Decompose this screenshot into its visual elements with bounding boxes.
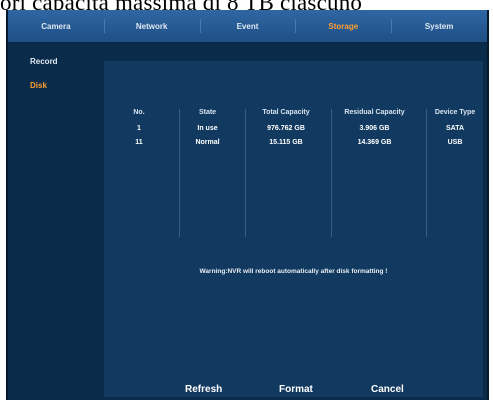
page: ori capacità massima di 8 TB ciascuno Ca…	[0, 0, 493, 400]
header-no: No.	[133, 109, 145, 116]
header-residual-capacity: Residual Capacity	[344, 109, 405, 116]
cell-no[interactable]: 1	[114, 123, 164, 137]
refresh-button[interactable]: Refresh	[185, 384, 222, 395]
top-navigation: Camera Network Event Storage System	[8, 10, 487, 43]
sidebar-item-record[interactable]: Record	[30, 57, 58, 66]
cell-device-type[interactable]: SATA	[427, 123, 483, 137]
tab-camera[interactable]: Camera	[8, 10, 104, 42]
cell-device-type[interactable]: USB	[427, 137, 483, 151]
cell-total-capacity[interactable]: 976.762 GB	[246, 123, 326, 137]
cell-no[interactable]: 11	[114, 137, 164, 151]
cell-state[interactable]: Normal	[180, 137, 235, 151]
cell-residual-capacity[interactable]: 3.906 GB	[332, 123, 417, 137]
cancel-button[interactable]: Cancel	[371, 384, 404, 395]
column-state: State In use Normal	[180, 107, 235, 151]
cell-state[interactable]: In use	[180, 123, 235, 137]
cell-residual-capacity[interactable]: 14.369 GB	[332, 137, 417, 151]
cell-total-capacity[interactable]: 15.115 GB	[246, 137, 326, 151]
column-device-type: Device Type SATA USB	[427, 107, 483, 151]
sidebar-item-disk[interactable]: Disk	[30, 81, 47, 90]
header-state: State	[198, 109, 217, 116]
nvr-settings-window: Camera Network Event Storage System Reco…	[6, 10, 489, 400]
tab-event[interactable]: Event	[199, 10, 296, 42]
disk-panel: No. 1 11 State In use Normal Total Capac…	[104, 61, 483, 397]
sidebar: Record Disk	[8, 43, 103, 400]
tab-network[interactable]: Network	[103, 10, 200, 42]
format-warning-text: Warning:NVR will reboot automatically af…	[199, 268, 388, 275]
tab-storage[interactable]: Storage	[295, 10, 391, 42]
column-residual-capacity: Residual Capacity 3.906 GB 14.369 GB	[332, 107, 417, 151]
tab-system[interactable]: System	[391, 10, 487, 42]
header-total-capacity: Total Capacity	[262, 109, 310, 116]
column-total-capacity: Total Capacity 976.762 GB 15.115 GB	[246, 107, 326, 151]
column-no: No. 1 11	[114, 107, 164, 151]
format-button[interactable]: Format	[279, 384, 313, 395]
header-device-type: Device Type	[434, 109, 476, 116]
